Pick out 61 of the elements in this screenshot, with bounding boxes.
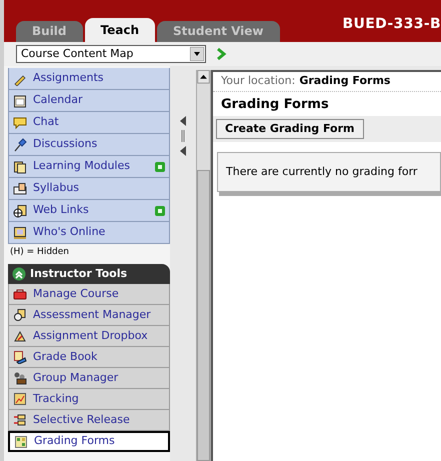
- tool-label: Who's Online: [33, 224, 106, 240]
- tool-label: Tracking: [33, 390, 79, 407]
- content-dropdown[interactable]: Course Content Map: [16, 45, 206, 63]
- tool-link[interactable]: Assessment Manager: [8, 305, 170, 326]
- tool-link[interactable]: Learning Modules: [9, 156, 170, 178]
- pages-icon: [13, 160, 27, 174]
- tool-link[interactable]: Tracking: [8, 389, 170, 410]
- dropdown-arrow-icon: [190, 47, 204, 61]
- collapse-left-icon[interactable]: [180, 116, 186, 126]
- section-title: Instructor Tools: [30, 266, 128, 282]
- location-label: Your location:: [221, 73, 296, 90]
- tool-label: Chat: [33, 114, 60, 130]
- tool-link[interactable]: Grading Forms: [8, 431, 170, 452]
- tool-link[interactable]: Group Manager: [8, 368, 170, 389]
- chart-icon: [13, 392, 27, 406]
- pin-icon: [13, 138, 27, 152]
- tool-link[interactable]: Calendar: [9, 90, 170, 112]
- tool-label: Web Links: [33, 202, 90, 218]
- scroll-thumb[interactable]: [197, 170, 210, 461]
- tool-label: Assignments: [33, 70, 104, 86]
- scroll-up-icon[interactable]: [197, 70, 210, 84]
- tool-link[interactable]: Grade Book: [8, 347, 170, 368]
- tool-label: Grade Book: [33, 348, 98, 365]
- tool-label: Calendar: [33, 92, 84, 108]
- toolbox-icon: [13, 287, 27, 301]
- hidden-legend: (H) = Hidden: [8, 244, 170, 260]
- tool-link[interactable]: Who's Online: [9, 222, 170, 244]
- tool-link[interactable]: Web Links: [9, 200, 170, 222]
- tool-label: Assignment Dropbox: [33, 328, 148, 344]
- speech-icon: [13, 116, 27, 130]
- tool-link[interactable]: Manage Course: [8, 284, 170, 305]
- tool-label: Discussions: [33, 136, 98, 152]
- nav-tab[interactable]: Teach: [84, 18, 155, 42]
- tool-link[interactable]: Chat: [9, 112, 170, 134]
- tool-link[interactable]: Assignment Dropbox: [8, 326, 170, 347]
- tool-link[interactable]: Syllabus: [9, 178, 170, 200]
- grid-icon: [14, 434, 28, 448]
- tool-label: Assessment Manager: [33, 306, 151, 323]
- tool-label: Group Manager: [33, 370, 118, 386]
- globe-icon: [13, 204, 27, 218]
- location-value: Grading Forms: [299, 73, 390, 90]
- page-heading: Grading Forms: [220, 96, 330, 114]
- scrollbar[interactable]: [196, 70, 211, 461]
- instructor-tools-header[interactable]: Instructor Tools: [8, 264, 170, 284]
- expand-left-icon[interactable]: [180, 146, 186, 156]
- tool-label: Manage Course: [33, 286, 119, 302]
- tool-label: Grading Forms: [34, 433, 115, 450]
- empty-message: There are currently no grading forr: [226, 164, 418, 180]
- tool-link[interactable]: Discussions: [9, 134, 170, 156]
- book-icon: [13, 182, 27, 196]
- splitter-handle-icon[interactable]: [181, 130, 185, 142]
- course-title: BUED-333-B: [342, 15, 441, 34]
- monitor-icon: [13, 226, 27, 240]
- tool-label: Selective Release: [33, 412, 130, 428]
- tool-link[interactable]: Selective Release: [8, 410, 170, 431]
- create-grading-form-button[interactable]: Create Grading Form: [216, 119, 364, 139]
- tool-label: Syllabus: [33, 180, 80, 196]
- tool-label: Learning Modules: [33, 158, 131, 174]
- people-icon: [13, 371, 27, 385]
- calendar-icon: [13, 94, 27, 108]
- tool-link[interactable]: Assignments: [9, 68, 170, 90]
